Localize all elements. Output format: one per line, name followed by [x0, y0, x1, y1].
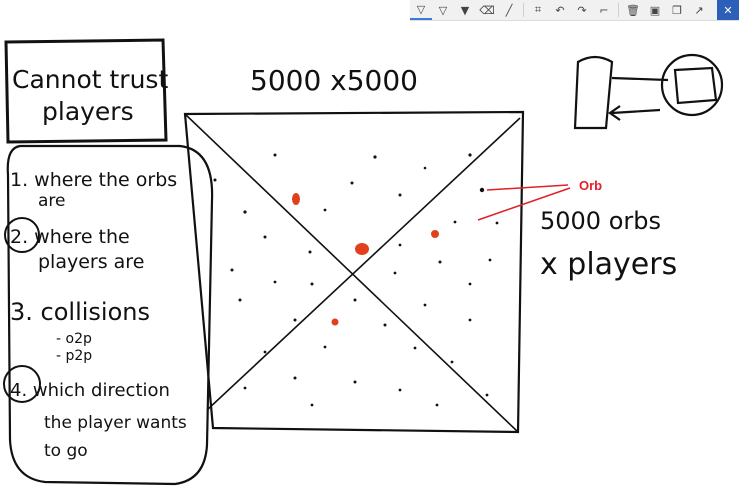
list-item-3-sub2: - p2p — [56, 348, 92, 364]
orb-label: Orb — [579, 178, 602, 193]
box-title-line2: players — [42, 97, 134, 126]
client-circle — [660, 53, 724, 117]
list-item-4-cont2: to go — [44, 441, 88, 461]
whiteboard-canvas[interactable]: Cannot trust players 1. where the orbs a… — [0, 0, 739, 492]
orb-dot — [293, 376, 297, 380]
map-diagonal — [206, 117, 521, 411]
orb-dot — [273, 153, 277, 157]
orb-dot — [468, 153, 472, 157]
list-item-4-cont: the player wants — [44, 413, 187, 433]
orb-dot — [353, 298, 357, 302]
orb-dot — [413, 346, 417, 350]
orb-dot — [230, 268, 234, 272]
orb-dot — [435, 403, 439, 407]
orb-dot — [323, 208, 327, 212]
orb-dot — [398, 388, 402, 392]
orb-dot — [273, 280, 277, 284]
server-arrow-back — [608, 105, 661, 121]
player-blob — [331, 318, 339, 326]
orb-dot — [293, 318, 297, 322]
orb-dot — [310, 403, 314, 407]
server-arrow-out — [611, 76, 669, 82]
box-title-line1: Cannot trust — [12, 65, 168, 94]
orbs-players-note: x players — [540, 247, 677, 282]
orb-dot — [238, 298, 242, 302]
player-blob — [431, 230, 439, 238]
orb-dot — [495, 221, 499, 225]
orb-dots — [213, 153, 499, 407]
player-blob — [355, 243, 369, 255]
orb-dot — [383, 323, 387, 327]
orb-dot — [453, 220, 457, 224]
list-item-2-cont: players are — [38, 251, 144, 273]
players — [292, 193, 439, 326]
player-blob — [292, 193, 300, 205]
orb-dot — [485, 393, 489, 397]
server-cylinder — [573, 55, 614, 130]
orb-dot — [423, 303, 427, 307]
orb-dot — [393, 271, 397, 275]
server-sketch — [573, 53, 724, 130]
list-item-2: 2. where the — [10, 226, 130, 248]
client-box — [673, 66, 718, 105]
orb-dot — [373, 155, 377, 159]
orb-dot — [353, 380, 357, 384]
list-item-3-sub1: - o2p — [56, 331, 92, 347]
list-item-3: 3. collisions — [10, 298, 150, 326]
orb-arrow — [486, 184, 569, 191]
orb-dot — [488, 258, 492, 262]
orb-dot — [468, 282, 472, 286]
list-item-1-cont: are — [38, 191, 66, 211]
orb-dot — [263, 350, 267, 354]
orb-dot — [243, 386, 247, 390]
orb-dot — [243, 210, 247, 214]
orb-dot — [263, 235, 267, 239]
orb-dot — [310, 282, 314, 286]
orb-dot — [308, 250, 312, 254]
orb-dot — [323, 345, 327, 349]
list-item-4: 4. which direction — [10, 380, 170, 401]
orbs-count-note: 5000 orbs — [540, 207, 661, 235]
orb-dot — [398, 193, 402, 197]
orb-dot — [398, 243, 402, 247]
orb-dot — [213, 178, 217, 182]
orb-dot — [468, 318, 472, 322]
list-item-1: 1. where the orbs — [10, 169, 177, 191]
orb-dot — [450, 360, 454, 364]
orb-dot — [438, 260, 442, 264]
orb-dot — [479, 187, 485, 193]
orb-dot — [423, 166, 427, 170]
orb-dot — [350, 181, 354, 185]
map-size-label: 5000 x5000 — [250, 64, 418, 97]
